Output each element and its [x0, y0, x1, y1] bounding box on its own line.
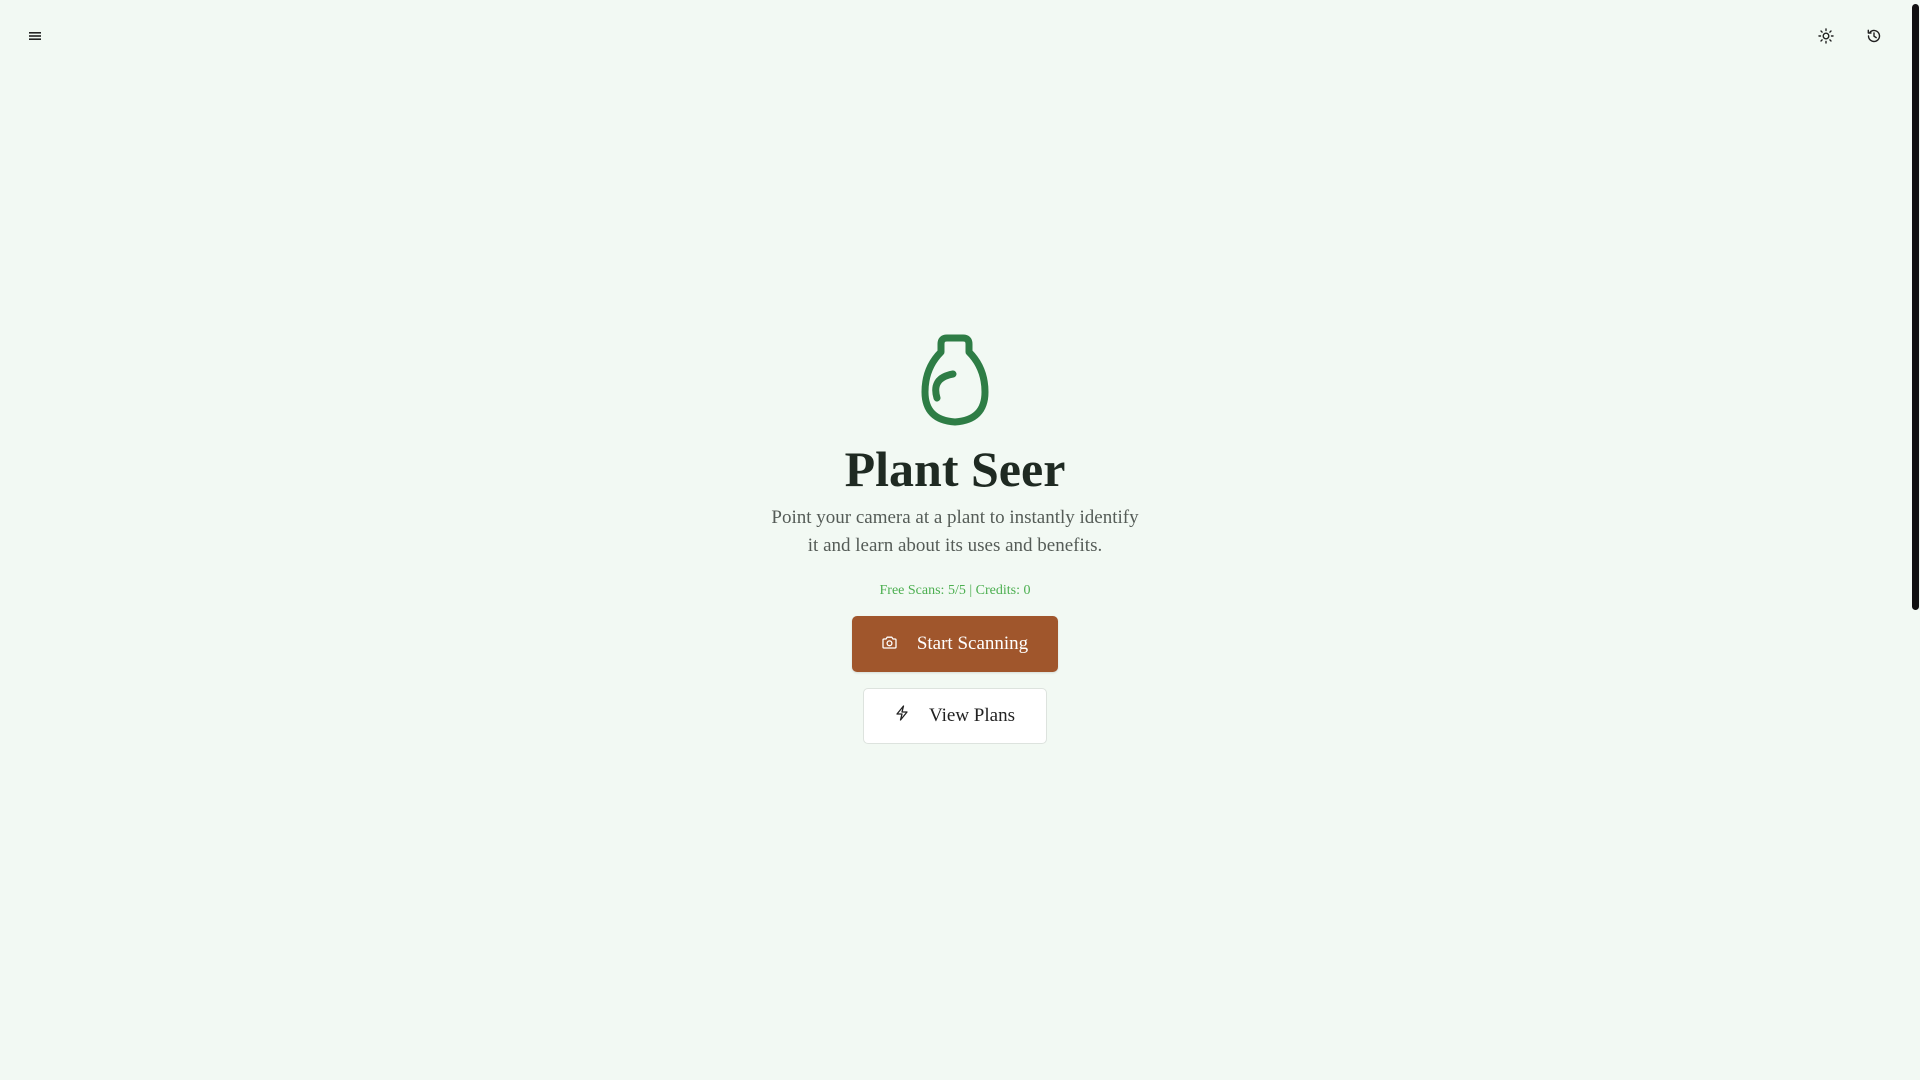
theme-toggle-button[interactable] — [1807, 17, 1845, 55]
lightning-icon — [895, 705, 909, 727]
top-bar — [0, 0, 1920, 72]
view-plans-label: View Plans — [929, 705, 1015, 726]
start-scanning-button[interactable]: Start Scanning — [852, 616, 1058, 672]
hero-section: Plant Seer Point your camera at a plant … — [0, 334, 1910, 744]
scrollbar-thumb[interactable] — [1912, 4, 1919, 610]
menu-icon — [28, 30, 42, 42]
app-title: Plant Seer — [844, 441, 1066, 497]
sun-icon — [1818, 28, 1834, 44]
app-root: Plant Seer Point your camera at a plant … — [0, 0, 1920, 1080]
camera-icon — [882, 633, 897, 655]
leaf-icon — [919, 334, 991, 426]
history-button[interactable] — [1855, 17, 1893, 55]
scan-credits-status: Free Scans: 5/5 | Credits: 0 — [879, 583, 1031, 598]
start-scanning-label: Start Scanning — [916, 633, 1029, 654]
menu-button[interactable] — [16, 17, 54, 55]
view-plans-button[interactable]: View Plans — [863, 688, 1047, 744]
scrollbar[interactable] — [1910, 0, 1920, 1080]
history-icon — [1866, 28, 1882, 44]
app-subtitle: Point your camera at a plant to instantl… — [771, 507, 1139, 556]
